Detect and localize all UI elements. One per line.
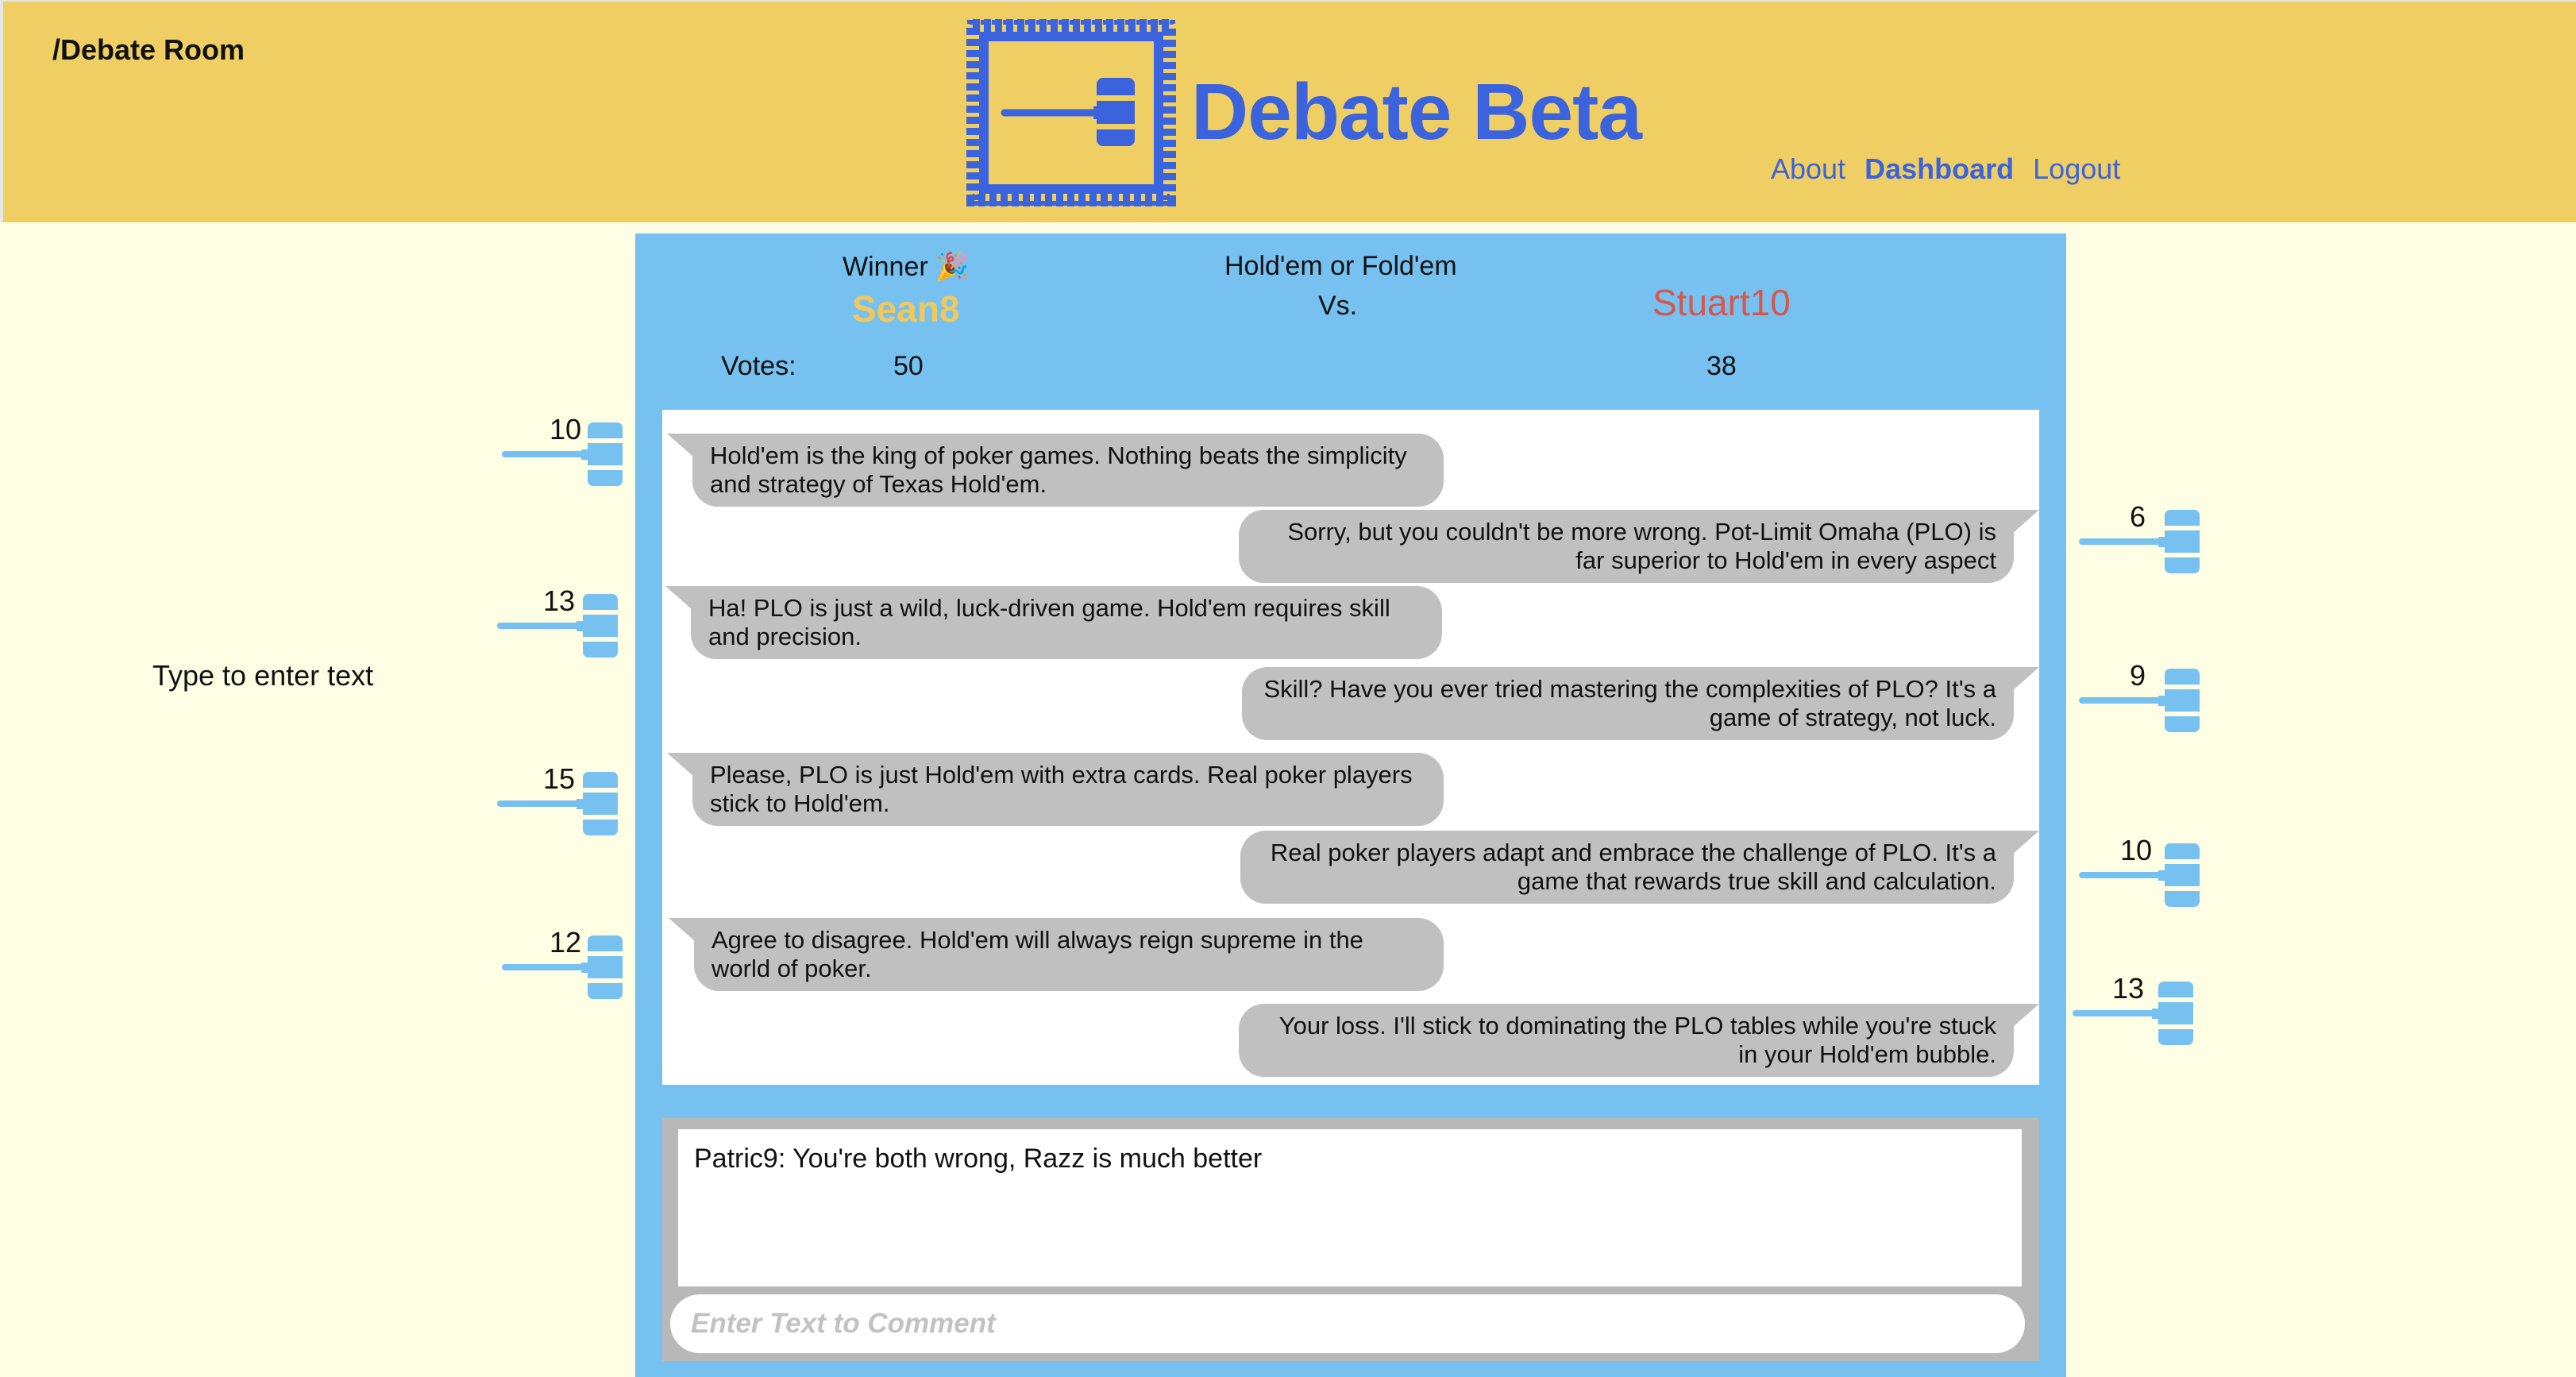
message-text: Hold'em is the king of poker games. Noth… [710,442,1407,498]
vote-gavel-button[interactable]: 15 [492,762,627,839]
gavel-icon [2073,982,2196,1045]
gavel-stamp-icon [966,19,1176,206]
debate-panel: Winner 🎉 Hold'em or Fold'em Vs. Sean8 St… [635,233,2066,1377]
message-text: Please, PLO is just Hold'em with extra c… [710,761,1413,817]
message-text: Ha! PLO is just a wild, luck-driven game… [708,594,1390,650]
vote-gavel-button[interactable]: 12 [497,926,632,1002]
message-text: Real poker players adapt and embrace the… [1270,839,1996,895]
votes-label: Votes: [721,351,796,381]
debate-chat: Hold'em is the king of poker games. Noth… [662,410,2039,1085]
gavel-icon [502,935,626,999]
nav-dashboard-link[interactable]: Dashboard [1865,152,2014,185]
top-nav: About Dashboard Logout [1771,152,2131,186]
message-text: Agree to disagree. Hold'em will always r… [711,926,1363,982]
message-bubble-left: Agree to disagree. Hold'em will always r… [669,918,1444,991]
vote-gavel-button[interactable]: 10 [497,413,632,489]
versus-label: Vs. [1318,291,1358,321]
gavel-icon [2079,843,2203,907]
message-text: Your loss. I'll stick to dominating the … [1278,1012,1996,1068]
vote-gavel-button[interactable]: 6 [2074,500,2209,577]
message-bubble-right: Skill? Have you ever tried mastering the… [1242,667,2039,740]
gavel-icon [2079,669,2203,732]
message-bubble-left: Ha! PLO is just a wild, luck-driven game… [665,586,1442,659]
comment-section: Patric9: You're both wrong, Razz is much… [662,1118,2039,1361]
vote-gavel-button[interactable]: 10 [2074,834,2209,910]
left-vote-total: 50 [893,351,924,381]
vote-gavel-button[interactable]: 9 [2074,659,2209,735]
nav-about-link[interactable]: About [1771,152,1845,185]
message-bubble-right: Real poker players adapt and embrace the… [1240,831,2039,904]
right-debater-name: Stuart10 [1652,282,1791,323]
left-debater-name: Sean8 [852,288,960,330]
message-bubble-right: Sorry, but you couldn't be more wrong. P… [1239,510,2039,583]
top-header: /Debate Room Debate Beta About Dashboard… [0,0,2576,222]
side-hint-text: Type to enter text [152,659,374,692]
message-text: Sorry, but you couldn't be more wrong. P… [1287,518,1996,574]
nav-logout-link[interactable]: Logout [2033,152,2120,185]
debate-topic: Hold'em or Fold'em [1224,251,1457,281]
breadcrumb: /Debate Room [52,33,245,66]
brand-title: Debate Beta [1191,68,1642,156]
right-vote-total: 38 [1706,351,1737,381]
message-bubble-left: Please, PLO is just Hold'em with extra c… [667,753,1444,826]
gavel-icon [502,422,626,486]
message-bubble-left: Hold'em is the king of poker games. Noth… [667,434,1444,507]
vote-gavel-button[interactable]: 13 [492,584,627,661]
latest-comment: Patric9: You're both wrong, Razz is much… [678,1129,2022,1286]
message-bubble-right: Your loss. I'll stick to dominating the … [1239,1004,2039,1077]
page: /Debate Room Debate Beta About Dashboard… [0,0,2576,1377]
gavel-icon [2079,510,2203,573]
gavel-icon [497,594,621,658]
message-text: Skill? Have you ever tried mastering the… [1263,675,1996,731]
vote-gavel-button[interactable]: 13 [2068,972,2203,1048]
gavel-icon [497,772,621,835]
comment-input[interactable] [670,1294,2025,1353]
winner-label: Winner 🎉 [843,252,970,282]
